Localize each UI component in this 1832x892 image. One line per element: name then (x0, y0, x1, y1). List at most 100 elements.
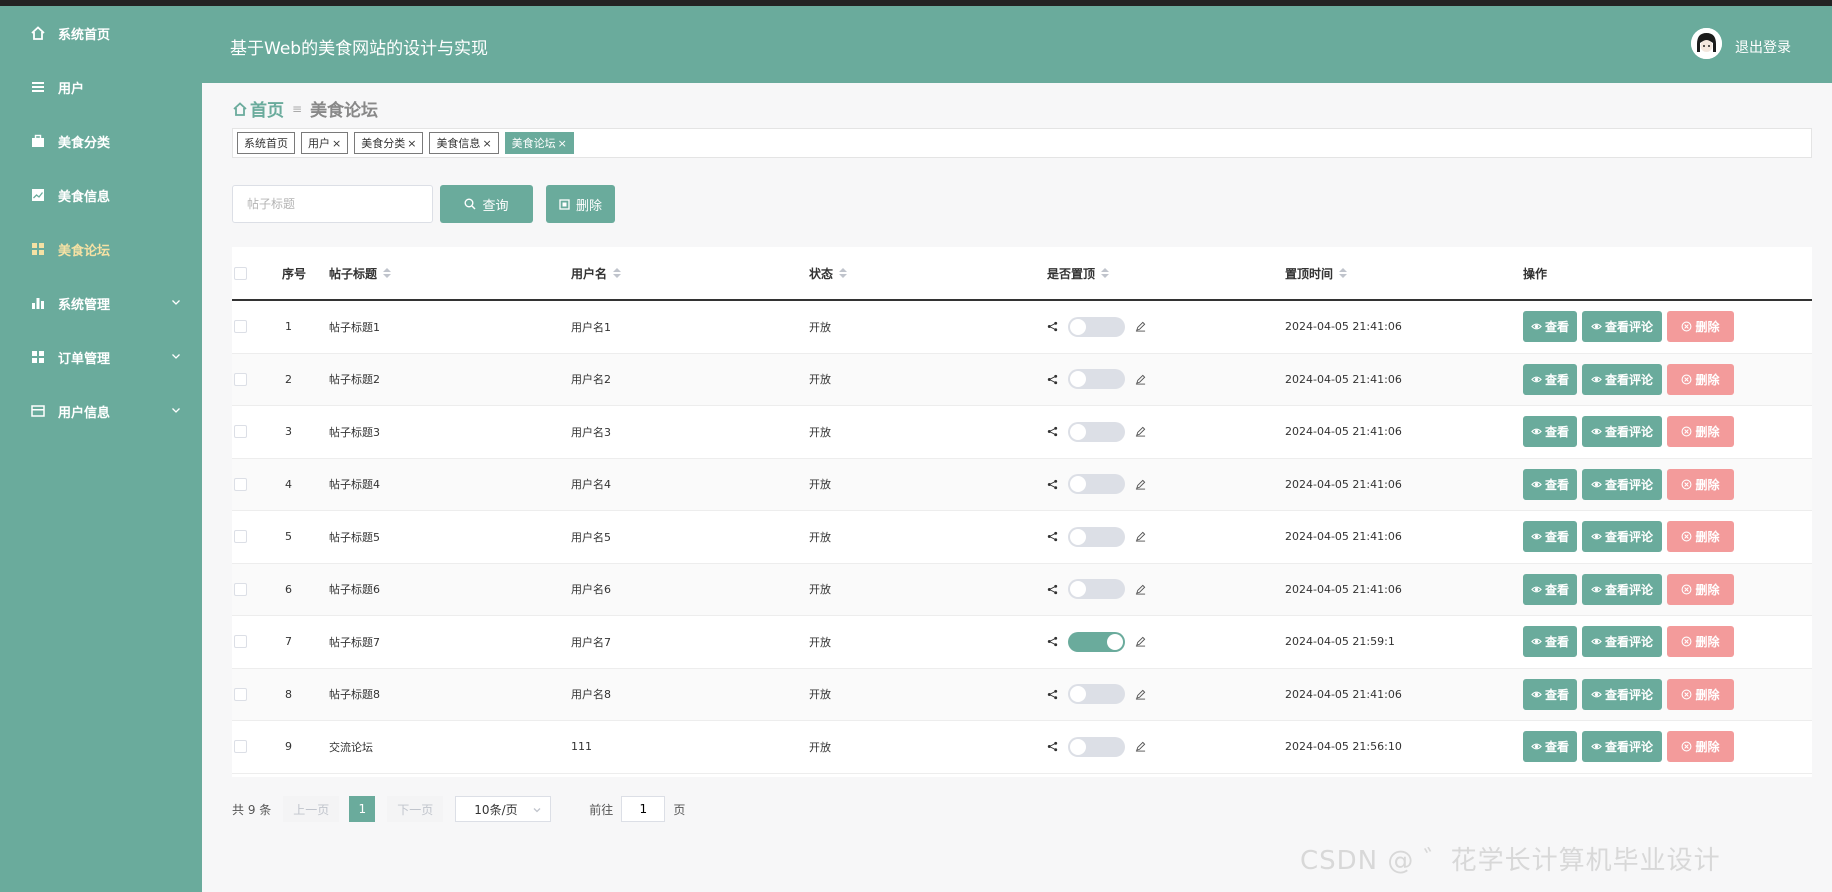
edit-icon[interactable] (1135, 374, 1146, 385)
view-button[interactable]: 查看 (1523, 626, 1577, 658)
share-icon[interactable] (1047, 689, 1058, 700)
row-checkbox[interactable] (234, 530, 247, 544)
sort-icon[interactable] (1101, 268, 1110, 278)
sort-icon[interactable] (613, 268, 622, 278)
share-icon[interactable] (1047, 479, 1058, 490)
table-row[interactable]: 9 交流论坛 111 开放 2024-04-05 21:56:10 查看 查看评论 删除 (232, 721, 1812, 774)
pinned-toggle[interactable] (1068, 736, 1125, 757)
share-icon[interactable] (1047, 321, 1058, 332)
sort-icon[interactable] (383, 268, 392, 278)
delete-button[interactable]: 删除 (1667, 416, 1734, 448)
search-input[interactable] (232, 185, 433, 223)
share-icon[interactable] (1047, 374, 1058, 385)
col-pin-time[interactable]: 置顶时间 (1285, 265, 1333, 282)
delete-button[interactable]: 删除 (1667, 573, 1734, 605)
pinned-toggle[interactable] (1068, 316, 1125, 337)
pinned-toggle[interactable] (1068, 421, 1125, 442)
page-number-current[interactable]: 1 (349, 796, 376, 822)
tag-4[interactable]: 美食论坛 × (504, 132, 574, 154)
logout-link[interactable]: 退出登录 (1735, 37, 1791, 57)
row-checkbox[interactable] (234, 687, 247, 701)
select-all-checkbox[interactable] (234, 266, 247, 280)
tag-2[interactable]: 美食分类 × (354, 132, 424, 154)
pinned-toggle[interactable] (1068, 684, 1125, 705)
sidebar-item-4[interactable]: 美食论坛 (0, 222, 202, 276)
view-comments-button[interactable]: 查看评论 (1582, 521, 1662, 553)
col-username[interactable]: 用户名 (571, 265, 607, 282)
view-comments-button[interactable]: 查看评论 (1582, 678, 1662, 710)
share-icon[interactable] (1047, 636, 1058, 647)
edit-icon[interactable] (1135, 531, 1146, 542)
delete-button[interactable]: 删除 (1667, 311, 1734, 343)
breadcrumb-home[interactable]: 首页 (250, 96, 284, 121)
sort-icon[interactable] (1339, 268, 1348, 278)
edit-icon[interactable] (1135, 689, 1146, 700)
pinned-toggle[interactable] (1068, 526, 1125, 547)
col-title[interactable]: 帖子标题 (329, 265, 377, 282)
view-comments-button[interactable]: 查看评论 (1582, 626, 1662, 658)
row-checkbox[interactable] (234, 740, 247, 754)
delete-button[interactable]: 删除 (1667, 521, 1734, 553)
view-button[interactable]: 查看 (1523, 416, 1577, 448)
row-checkbox[interactable] (234, 372, 247, 386)
edit-icon[interactable] (1135, 321, 1146, 332)
table-row[interactable]: 7 帖子标题7 用户名7 开放 2024-04-05 21:59:1 查看 查看评论 删除 (232, 616, 1812, 669)
share-icon[interactable] (1047, 741, 1058, 752)
share-icon[interactable] (1047, 584, 1058, 595)
close-icon[interactable]: × (482, 137, 491, 150)
row-checkbox[interactable] (234, 582, 247, 596)
view-button[interactable]: 查看 (1523, 521, 1577, 553)
sidebar-item-0[interactable]: 系统首页 (0, 6, 202, 60)
row-checkbox[interactable] (234, 477, 247, 491)
edit-icon[interactable] (1135, 426, 1146, 437)
view-comments-button[interactable]: 查看评论 (1582, 416, 1662, 448)
table-row[interactable]: 8 帖子标题8 用户名8 开放 2024-04-05 21:41:06 查看 查看评论 删除 (232, 668, 1812, 721)
view-comments-button[interactable]: 查看评论 (1582, 363, 1662, 395)
table-row[interactable]: 5 帖子标题5 用户名5 开放 2024-04-05 21:41:06 查看 查看评论 删除 (232, 511, 1812, 564)
view-button[interactable]: 查看 (1523, 468, 1577, 500)
sidebar-item-2[interactable]: 美食分类 (0, 114, 202, 168)
pinned-toggle[interactable] (1068, 631, 1125, 652)
edit-icon[interactable] (1135, 479, 1146, 490)
sidebar-item-6[interactable]: 订单管理 (0, 330, 202, 384)
delete-button[interactable]: 删除 (1667, 626, 1734, 658)
col-status[interactable]: 状态 (809, 265, 833, 282)
sidebar-item-7[interactable]: 用户信息 (0, 384, 202, 438)
pinned-toggle[interactable] (1068, 474, 1125, 495)
sidebar-item-5[interactable]: 系统管理 (0, 276, 202, 330)
close-icon[interactable]: × (332, 137, 341, 150)
sort-icon[interactable] (839, 268, 848, 278)
table-row[interactable]: 1 帖子标题1 用户名1 开放 2024-04-05 21:41:06 查看 查看评论 删除 (232, 301, 1812, 354)
view-comments-button[interactable]: 查看评论 (1582, 468, 1662, 500)
prev-page-button[interactable]: 上一页 (283, 796, 340, 822)
table-row[interactable]: 2 帖子标题2 用户名2 开放 2024-04-05 21:41:06 查看 查看评论 删除 (232, 353, 1812, 406)
tag-3[interactable]: 美食信息 × (429, 132, 499, 154)
page-size-select[interactable]: 10条/页 (455, 796, 552, 822)
view-comments-button[interactable]: 查看评论 (1582, 731, 1662, 763)
close-icon[interactable]: × (407, 137, 416, 150)
edit-icon[interactable] (1135, 584, 1146, 595)
row-checkbox[interactable] (234, 425, 247, 439)
next-page-button[interactable]: 下一页 (387, 796, 444, 822)
tag-1[interactable]: 用户 × (301, 132, 349, 154)
goto-page-input[interactable] (621, 796, 666, 822)
view-comments-button[interactable]: 查看评论 (1582, 311, 1662, 343)
tag-0[interactable]: 系统首页 (237, 132, 295, 154)
sidebar-item-3[interactable]: 美食信息 (0, 168, 202, 222)
avatar[interactable] (1691, 28, 1722, 59)
edit-icon[interactable] (1135, 741, 1146, 752)
delete-button[interactable]: 删除 (1667, 363, 1734, 395)
delete-button[interactable]: 删除 (1667, 468, 1734, 500)
view-button[interactable]: 查看 (1523, 311, 1577, 343)
table-row[interactable]: 3 帖子标题3 用户名3 开放 2024-04-05 21:41:06 查看 查看评论 删除 (232, 406, 1812, 459)
view-button[interactable]: 查看 (1523, 573, 1577, 605)
delete-button[interactable]: 删除 (1667, 731, 1734, 763)
col-pinned[interactable]: 是否置顶 (1047, 265, 1095, 282)
view-button[interactable]: 查看 (1523, 363, 1577, 395)
query-button[interactable]: 查询 (440, 185, 533, 223)
row-checkbox[interactable] (234, 320, 247, 334)
batch-delete-button[interactable]: 删除 (546, 185, 615, 223)
pinned-toggle[interactable] (1068, 369, 1125, 390)
row-checkbox[interactable] (234, 635, 247, 649)
view-button[interactable]: 查看 (1523, 678, 1577, 710)
